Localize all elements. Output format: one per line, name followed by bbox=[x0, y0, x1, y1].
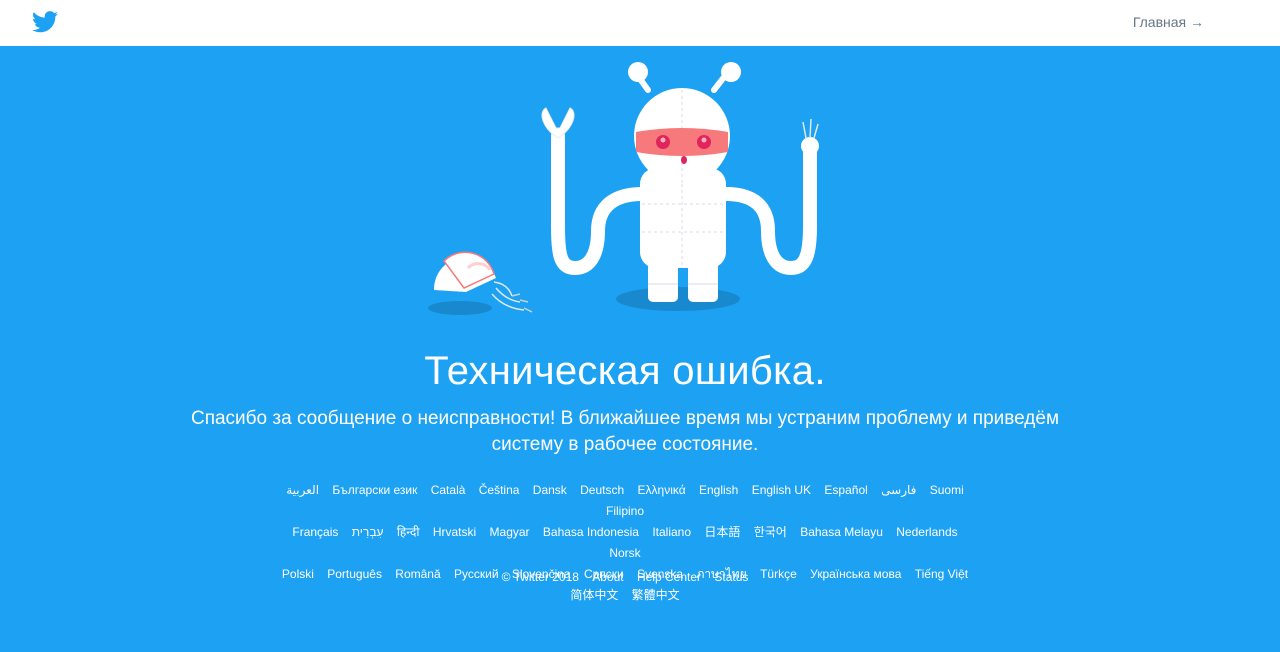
language-link[interactable]: Català bbox=[431, 483, 466, 497]
language-link[interactable]: Italiano bbox=[652, 525, 691, 539]
language-link[interactable]: עִבְרִית bbox=[352, 525, 384, 539]
language-link[interactable]: Български език bbox=[332, 483, 417, 497]
copyright: © Twitter 2018 bbox=[501, 570, 579, 584]
language-link[interactable]: 简体中文 bbox=[570, 588, 618, 602]
error-message: Спасибо за сообщение о неисправности! В … bbox=[190, 408, 1060, 455]
language-link[interactable]: Hrvatski bbox=[433, 525, 476, 539]
top-bar: Главная → bbox=[0, 0, 1280, 46]
language-list: العربية Български език Català Čeština Da… bbox=[270, 480, 980, 606]
language-link[interactable]: Français bbox=[292, 525, 338, 539]
language-link[interactable]: 繁體中文 bbox=[632, 588, 680, 602]
home-link[interactable]: Главная → bbox=[1133, 14, 1204, 30]
language-link[interactable]: 日本語 bbox=[704, 525, 740, 539]
error-title: Техническая ошибка. bbox=[424, 349, 826, 393]
language-link[interactable]: Bahasa Indonesia bbox=[543, 525, 639, 539]
language-link[interactable]: Deutsch bbox=[580, 483, 624, 497]
language-link[interactable]: English UK bbox=[752, 483, 811, 497]
language-link[interactable]: Tiếng Việt bbox=[915, 567, 968, 581]
language-link[interactable]: हिन्दी bbox=[397, 525, 420, 539]
language-link[interactable]: Español bbox=[824, 483, 867, 497]
twitter-bird-icon[interactable] bbox=[32, 10, 58, 34]
language-link[interactable]: Polski bbox=[282, 567, 314, 581]
footer: © Twitter 2018 About Help Center Status bbox=[400, 570, 850, 584]
language-link[interactable]: English bbox=[699, 483, 738, 497]
language-link[interactable]: Dansk bbox=[533, 483, 567, 497]
language-link[interactable]: 한국어 bbox=[754, 525, 787, 539]
language-link[interactable]: Bahasa Melayu bbox=[800, 525, 883, 539]
language-link[interactable]: Nederlands bbox=[896, 525, 957, 539]
language-link[interactable]: فارسی bbox=[881, 483, 916, 497]
broken-robot-illustration bbox=[428, 62, 819, 315]
language-link[interactable]: العربية bbox=[286, 483, 319, 497]
language-link[interactable]: Magyar bbox=[490, 525, 530, 539]
language-link[interactable]: Čeština bbox=[479, 483, 520, 497]
help-center-link[interactable]: Help Center bbox=[637, 570, 701, 584]
status-link[interactable]: Status bbox=[714, 570, 748, 584]
language-link[interactable]: Português bbox=[327, 567, 382, 581]
language-link[interactable]: Suomi bbox=[930, 483, 964, 497]
language-link[interactable]: Norsk bbox=[609, 546, 640, 560]
about-link[interactable]: About bbox=[592, 570, 623, 584]
language-link[interactable]: Filipino bbox=[606, 504, 644, 518]
language-link[interactable]: Ελληνικά bbox=[638, 483, 686, 497]
